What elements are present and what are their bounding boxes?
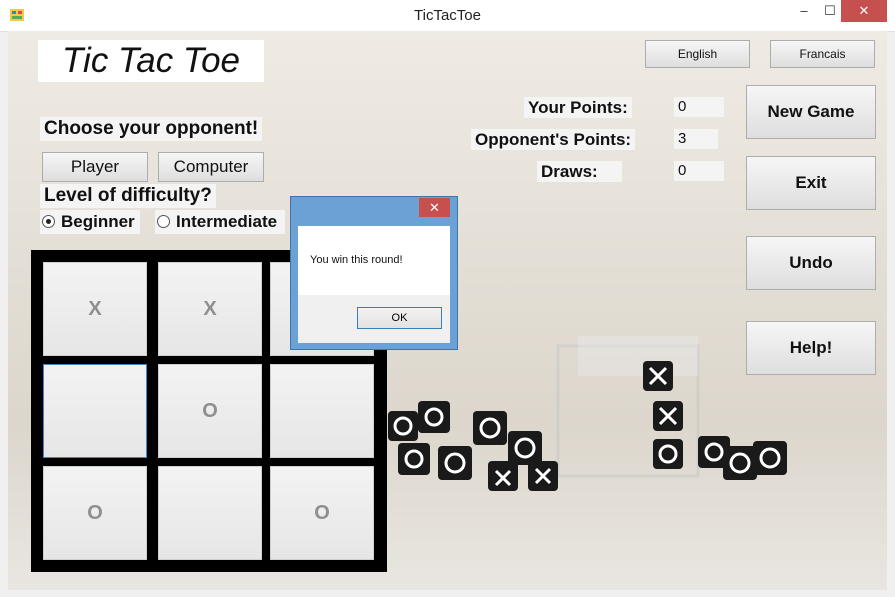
board-cell-5[interactable]: O bbox=[158, 364, 262, 458]
board-cell-7[interactable]: O bbox=[43, 466, 147, 560]
dice-background-image bbox=[388, 336, 787, 491]
board-cell-1[interactable]: X bbox=[43, 262, 147, 356]
radio-unselected-icon bbox=[157, 215, 170, 228]
intermediate-radio[interactable]: Intermediate bbox=[155, 210, 285, 234]
your-points-label: Your Points: bbox=[524, 97, 632, 118]
draws-label: Draws: bbox=[537, 161, 622, 182]
minimize-button[interactable]: – bbox=[793, 0, 815, 22]
new-game-button[interactable]: New Game bbox=[746, 85, 876, 139]
message-dialog: ✕ You win this round! OK bbox=[290, 196, 458, 350]
player-button[interactable]: Player bbox=[42, 152, 148, 182]
title-bar: TicTacToe – ☐ ✕ bbox=[0, 0, 895, 32]
dialog-ok-button[interactable]: OK bbox=[357, 307, 442, 329]
dialog-footer: OK bbox=[298, 295, 450, 343]
board-cell-6[interactable] bbox=[270, 364, 374, 458]
english-button[interactable]: English bbox=[645, 40, 750, 68]
computer-button[interactable]: Computer bbox=[158, 152, 264, 182]
draws-value: 0 bbox=[674, 161, 724, 181]
window-bottom-border bbox=[0, 590, 895, 597]
client-area: Tic Tac Toe English Francais Choose your… bbox=[8, 31, 887, 590]
undo-button[interactable]: Undo bbox=[746, 236, 876, 290]
beginner-label: Beginner bbox=[61, 212, 135, 231]
dialog-message: You win this round! bbox=[310, 254, 403, 266]
logo-title: Tic Tac Toe bbox=[38, 40, 264, 82]
help-button[interactable]: Help! bbox=[746, 321, 876, 375]
french-button[interactable]: Francais bbox=[770, 40, 875, 68]
opponent-points-value: 3 bbox=[674, 129, 718, 149]
radio-selected-icon bbox=[42, 215, 55, 228]
close-window-button[interactable]: ✕ bbox=[841, 0, 887, 22]
choose-opponent-label: Choose your opponent! bbox=[40, 117, 263, 141]
difficulty-label: Level of difficulty? bbox=[40, 184, 216, 208]
window-title: TicTacToe bbox=[414, 7, 481, 24]
board-cell-8[interactable] bbox=[158, 466, 262, 560]
intermediate-label: Intermediate bbox=[176, 212, 278, 231]
maximize-button[interactable]: ☐ bbox=[818, 0, 842, 22]
beginner-radio[interactable]: Beginner bbox=[40, 210, 140, 234]
board-cell-2[interactable]: X bbox=[158, 262, 262, 356]
exit-button[interactable]: Exit bbox=[746, 156, 876, 210]
opponent-points-label: Opponent's Points: bbox=[471, 129, 636, 150]
dialog-body: You win this round! bbox=[298, 226, 450, 295]
your-points-value: 0 bbox=[674, 97, 724, 117]
board-cell-4[interactable] bbox=[43, 364, 147, 458]
dialog-close-button[interactable]: ✕ bbox=[419, 198, 450, 217]
board-cell-9[interactable]: O bbox=[270, 466, 374, 560]
